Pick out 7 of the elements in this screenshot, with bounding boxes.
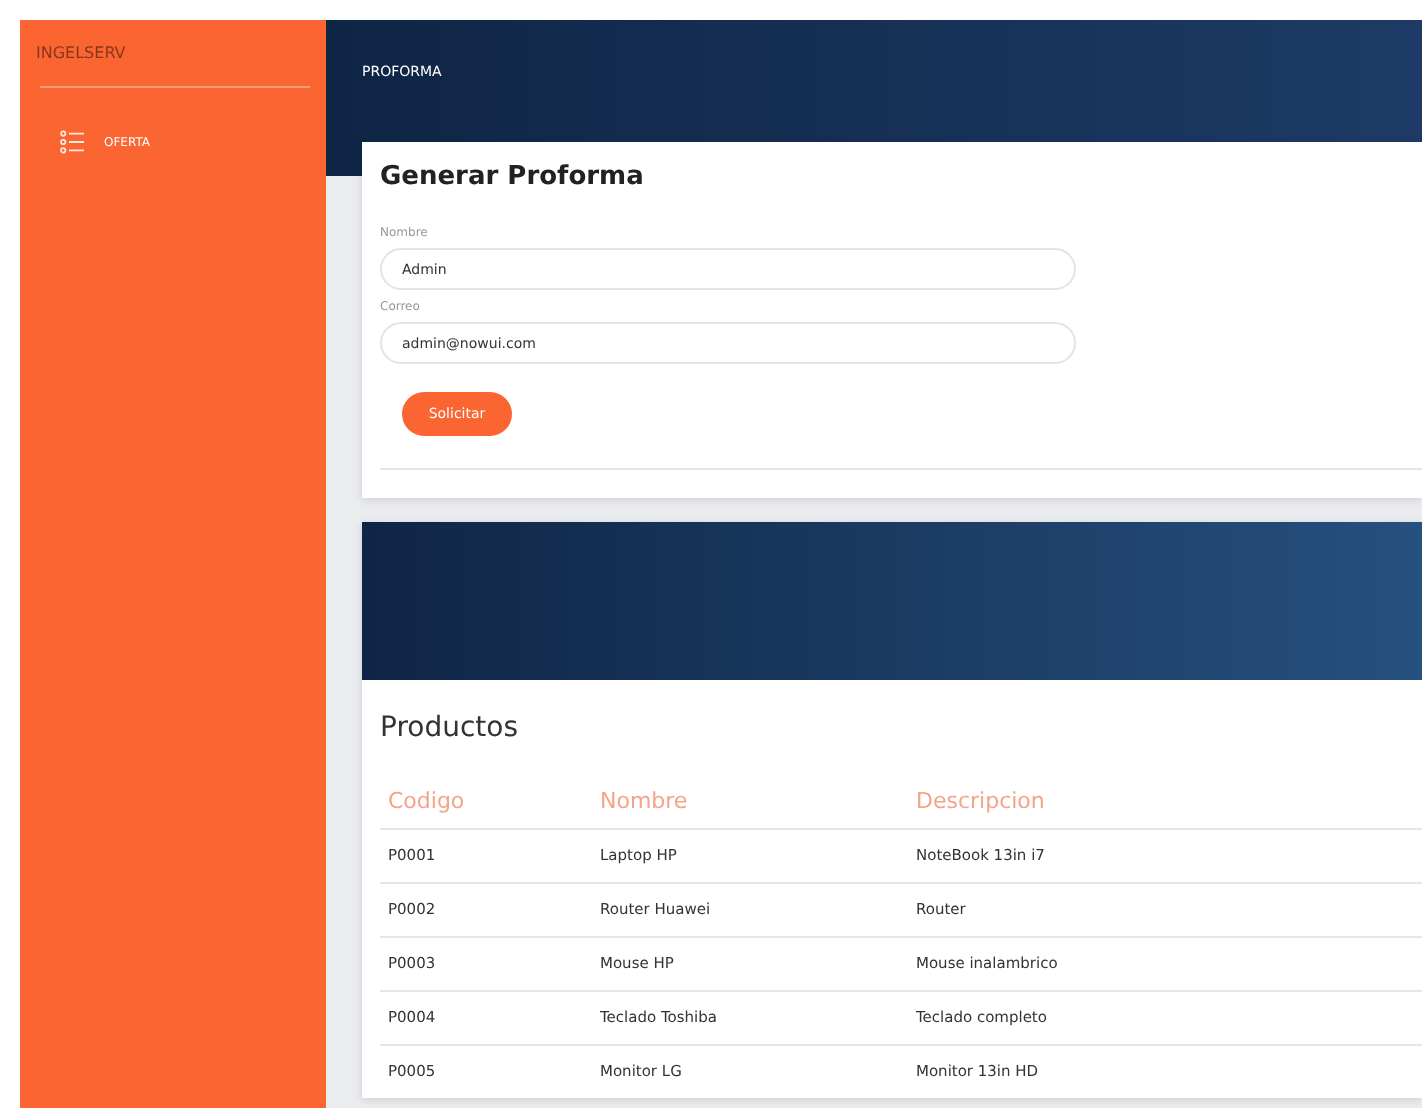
card-title: Generar Proforma [380,162,646,192]
card-title: Productos [380,712,521,744]
brand-name: INGELSERV [36,42,128,66]
column-header: Codigo [380,788,592,829]
column-header: Descripcion [908,788,1422,829]
column-header: Nombre [592,788,908,829]
list-icon [60,130,84,154]
